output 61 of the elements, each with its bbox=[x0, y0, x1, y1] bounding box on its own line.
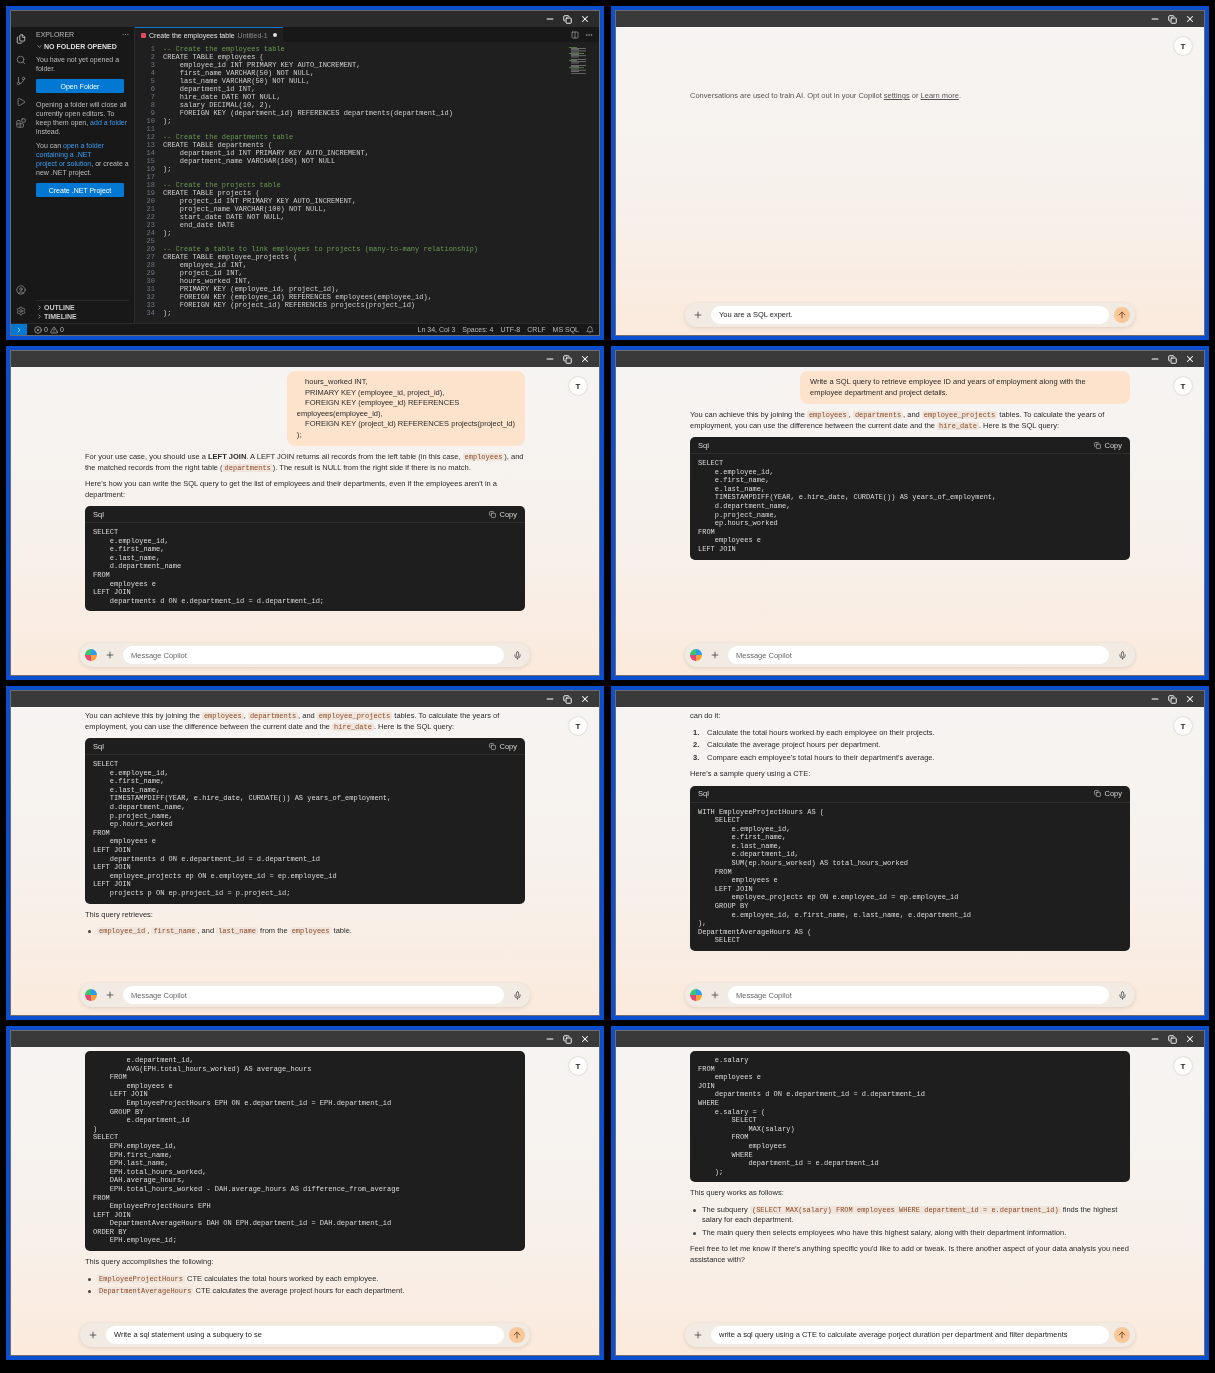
search-icon[interactable] bbox=[16, 55, 26, 65]
logo-icon[interactable] bbox=[85, 989, 97, 1001]
logo-icon[interactable] bbox=[85, 649, 97, 661]
close-icon[interactable] bbox=[1185, 694, 1195, 704]
restore-icon[interactable] bbox=[1168, 694, 1177, 704]
restore-icon[interactable] bbox=[1168, 14, 1177, 24]
copy-icon[interactable] bbox=[489, 742, 497, 750]
plus-icon[interactable] bbox=[710, 650, 720, 660]
mic-icon[interactable] bbox=[1117, 990, 1127, 1000]
chevron-icon[interactable] bbox=[15, 325, 23, 334]
plus-icon[interactable] bbox=[710, 990, 720, 1000]
mic-icon[interactable] bbox=[1117, 650, 1127, 660]
blocks-icon[interactable] bbox=[16, 118, 26, 128]
plus-icon[interactable] bbox=[105, 650, 115, 660]
bell-icon[interactable] bbox=[586, 325, 594, 334]
close-icon[interactable] bbox=[580, 694, 590, 704]
copy-icon[interactable] bbox=[1094, 441, 1102, 449]
settings-icon[interactable] bbox=[16, 306, 26, 316]
account-icon[interactable] bbox=[16, 285, 26, 295]
avatar[interactable]: T bbox=[569, 1057, 587, 1075]
warning-icon[interactable] bbox=[49, 325, 58, 334]
close-icon[interactable] bbox=[1185, 354, 1195, 364]
plus-icon[interactable] bbox=[693, 1330, 703, 1340]
branch-icon[interactable] bbox=[16, 76, 26, 86]
avatar[interactable]: T bbox=[1174, 1057, 1192, 1075]
plus-icon[interactable] bbox=[693, 310, 703, 320]
logo-icon[interactable] bbox=[690, 989, 702, 1001]
restore-icon[interactable] bbox=[563, 354, 572, 364]
restore-icon[interactable] bbox=[1168, 1034, 1177, 1044]
files-icon[interactable] bbox=[16, 34, 26, 44]
bullet-icon bbox=[88, 1290, 91, 1294]
file-icon bbox=[141, 32, 146, 38]
restore-icon[interactable] bbox=[563, 14, 572, 24]
close-icon[interactable] bbox=[580, 354, 590, 364]
avatar[interactable]: T bbox=[569, 377, 587, 395]
mic-icon[interactable] bbox=[512, 990, 522, 1000]
restore-icon[interactable] bbox=[563, 1034, 572, 1044]
copy-icon[interactable] bbox=[1094, 790, 1102, 797]
chevron-icon bbox=[36, 43, 43, 50]
plus-icon[interactable] bbox=[105, 990, 115, 1000]
bullet-icon bbox=[88, 930, 91, 933]
avatar[interactable]: T bbox=[569, 717, 587, 735]
avatar[interactable]: T bbox=[1174, 717, 1192, 735]
avatar[interactable]: T bbox=[1174, 37, 1192, 55]
logo-icon[interactable] bbox=[690, 649, 702, 661]
play-icon[interactable] bbox=[16, 97, 26, 107]
close-icon[interactable] bbox=[580, 1034, 590, 1044]
copy-icon[interactable] bbox=[489, 510, 497, 518]
close-icon[interactable] bbox=[580, 14, 590, 24]
close-icon[interactable] bbox=[1185, 14, 1195, 24]
avatar[interactable]: T bbox=[1174, 377, 1192, 395]
error-icon[interactable] bbox=[34, 325, 42, 334]
bullet-icon bbox=[693, 1231, 696, 1235]
split-editor-icon[interactable] bbox=[571, 30, 579, 39]
bullet-icon bbox=[88, 1277, 91, 1281]
plus-icon[interactable] bbox=[88, 1330, 98, 1340]
mic-icon[interactable] bbox=[512, 650, 522, 660]
restore-icon[interactable] bbox=[1168, 354, 1177, 364]
restore-icon[interactable] bbox=[563, 694, 572, 704]
close-icon[interactable] bbox=[1185, 1034, 1195, 1044]
bullet-icon bbox=[693, 1208, 696, 1212]
